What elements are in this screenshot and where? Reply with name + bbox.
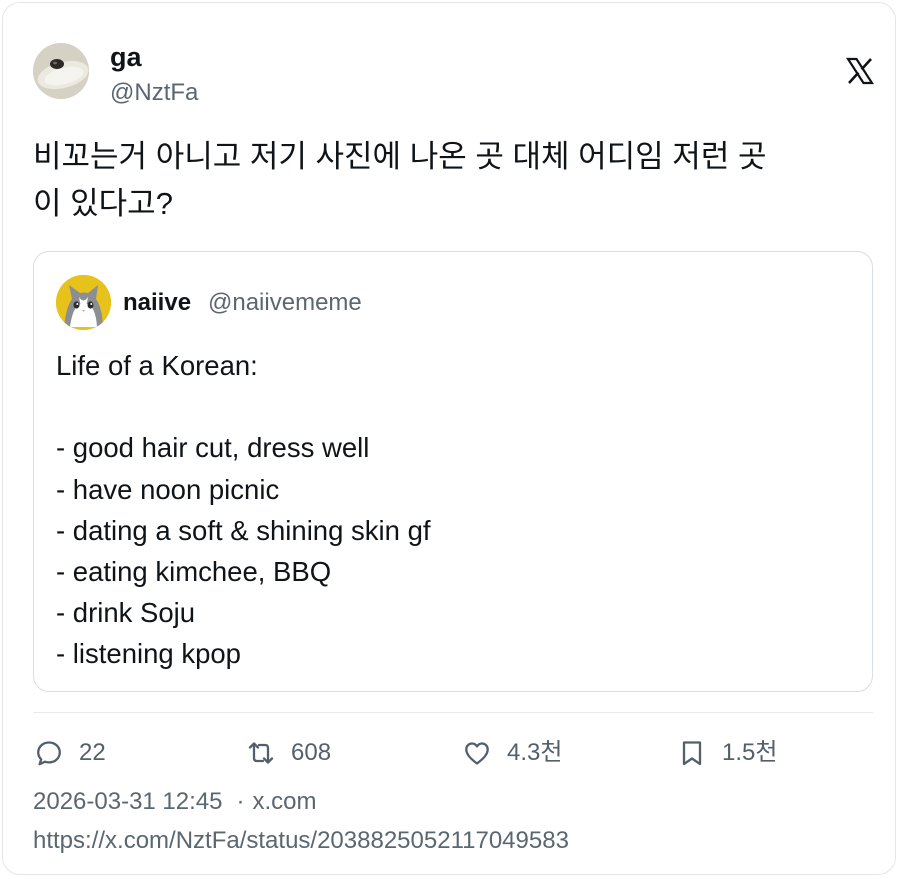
tweet-text: 비꼬는거 아니고 저기 사진에 나온 곳 대체 어디임 저런 곳 이 있다고? <box>33 139 767 221</box>
heart-icon <box>465 742 489 765</box>
repost-count: 608 <box>291 739 332 766</box>
cat-avatar-icon <box>56 275 111 330</box>
bookmark-count: 1.5천 <box>722 739 778 766</box>
author-handle[interactable]: @NztFa <box>110 79 198 107</box>
like-count: 4.3천 <box>507 739 563 766</box>
tweet-meta: 2026-03-31 12:45 · x.com <box>33 787 317 817</box>
quote-author-avatar[interactable] <box>56 275 111 330</box>
reply-button[interactable]: 22 <box>35 736 106 770</box>
like-button[interactable]: 4.3천 <box>463 736 562 770</box>
repost-icon <box>248 742 274 764</box>
reply-count: 22 <box>79 739 106 766</box>
author-name[interactable]: ga <box>110 41 142 73</box>
quote-author-name[interactable]: naiive <box>123 288 191 318</box>
divider <box>33 712 873 713</box>
bookmark-button[interactable]: 1.5천 <box>678 736 777 770</box>
quoted-tweet[interactable]: naiive @naiivememe Life of a Korean: - g… <box>33 251 873 692</box>
tweet-url[interactable]: https://x.com/NztFa/status/2038825052117… <box>33 826 569 856</box>
source[interactable]: x.com <box>253 788 317 815</box>
author-avatar[interactable] <box>33 43 89 99</box>
egg-photo-icon <box>33 43 89 99</box>
x-logo-icon[interactable] <box>845 57 875 85</box>
quote-text: Life of a Korean: - good hair cut, dress… <box>56 350 431 670</box>
timestamp: 2026-03-31 12:45 <box>33 788 223 815</box>
repost-button[interactable]: 608 <box>247 736 331 770</box>
reply-icon <box>37 741 61 766</box>
meta-separator: · <box>236 788 245 815</box>
quote-author-handle[interactable]: @naiivememe <box>208 288 362 318</box>
bookmark-icon <box>682 741 702 766</box>
tweet-card: ga @NztFa 비꼬는거 아니고 저기 사진에 나온 곳 대체 어디임 저런… <box>2 2 896 875</box>
